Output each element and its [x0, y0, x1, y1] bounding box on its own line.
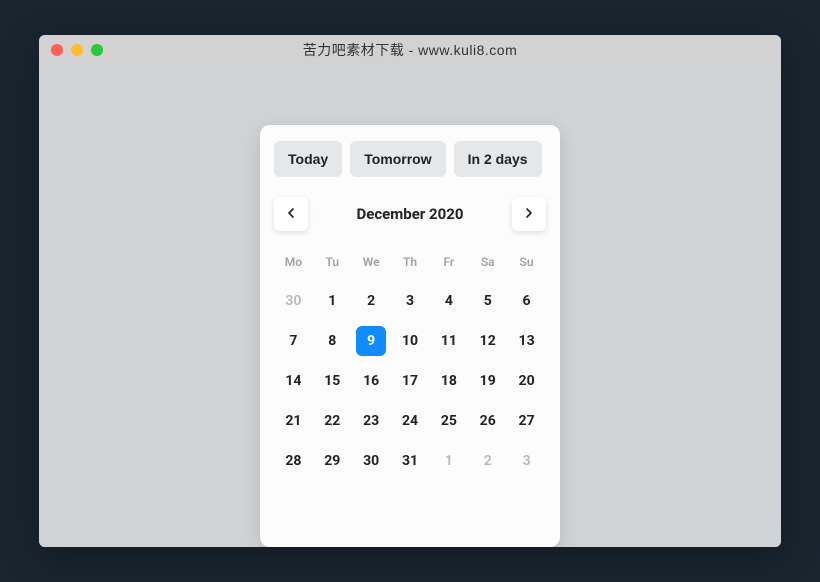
day-cell[interactable]: 21 [274, 401, 313, 441]
day-number: 28 [285, 453, 301, 469]
content-area: Today Tomorrow In 2 days December 2020 M… [39, 65, 781, 547]
weekday-label: We [352, 249, 391, 275]
day-number: 15 [324, 373, 340, 389]
day-number: 2 [367, 293, 375, 309]
month-label: December 2020 [357, 205, 464, 223]
day-number: 29 [324, 453, 340, 469]
day-cell[interactable]: 18 [429, 361, 468, 401]
day-number: 3 [406, 293, 414, 309]
day-cell[interactable]: 6 [507, 281, 546, 321]
close-window-button[interactable] [51, 44, 63, 56]
day-cell[interactable]: 8 [313, 321, 352, 361]
tomorrow-button[interactable]: Tomorrow [350, 141, 445, 177]
datepicker: Today Tomorrow In 2 days December 2020 M… [260, 125, 560, 547]
day-cell[interactable]: 2 [468, 441, 507, 481]
day-number: 5 [484, 293, 492, 309]
day-number: 25 [441, 413, 457, 429]
day-cell[interactable]: 27 [507, 401, 546, 441]
day-cell[interactable]: 13 [507, 321, 546, 361]
window-title: 苦力吧素材下载 - www.kuli8.com [39, 40, 781, 60]
day-number: 16 [363, 373, 379, 389]
in-2-days-button[interactable]: In 2 days [454, 141, 542, 177]
day-cell[interactable]: 11 [429, 321, 468, 361]
day-cell[interactable]: 3 [391, 281, 430, 321]
day-cell[interactable]: 12 [468, 321, 507, 361]
day-cell[interactable]: 19 [468, 361, 507, 401]
weekday-label: Su [507, 249, 546, 275]
day-cell[interactable]: 30 [274, 281, 313, 321]
today-button[interactable]: Today [274, 141, 342, 177]
day-number: 19 [480, 373, 496, 389]
day-cell[interactable]: 4 [429, 281, 468, 321]
day-cell[interactable]: 3 [507, 441, 546, 481]
day-number: 7 [289, 333, 297, 349]
day-cell[interactable]: 1 [313, 281, 352, 321]
day-cell[interactable]: 25 [429, 401, 468, 441]
days-grid: 3012345678910111213141516171819202122232… [274, 281, 546, 481]
day-number: 30 [363, 453, 379, 469]
titlebar: 苦力吧素材下载 - www.kuli8.com [39, 35, 781, 65]
day-cell[interactable]: 26 [468, 401, 507, 441]
day-number: 10 [402, 333, 418, 349]
day-cell[interactable]: 16 [352, 361, 391, 401]
day-cell[interactable]: 20 [507, 361, 546, 401]
day-number: 8 [328, 333, 336, 349]
day-cell[interactable]: 9 [352, 321, 391, 361]
day-cell[interactable]: 31 [391, 441, 430, 481]
day-number: 30 [285, 293, 301, 309]
day-number: 14 [285, 373, 301, 389]
day-number: 9 [356, 326, 386, 356]
day-number: 4 [445, 293, 453, 309]
day-number: 18 [441, 373, 457, 389]
day-cell[interactable]: 5 [468, 281, 507, 321]
weekday-label: Fr [429, 249, 468, 275]
day-number: 3 [523, 453, 531, 469]
quick-buttons: Today Tomorrow In 2 days [274, 141, 546, 177]
day-cell[interactable]: 7 [274, 321, 313, 361]
prev-month-button[interactable] [274, 197, 308, 231]
day-number: 31 [402, 453, 418, 469]
traffic-lights [51, 44, 103, 56]
day-number: 1 [328, 293, 336, 309]
day-cell[interactable]: 24 [391, 401, 430, 441]
day-number: 2 [484, 453, 492, 469]
day-number: 26 [480, 413, 496, 429]
day-number: 17 [402, 373, 418, 389]
day-cell[interactable]: 17 [391, 361, 430, 401]
app-window: 苦力吧素材下载 - www.kuli8.com Today Tomorrow I… [39, 35, 781, 547]
weekday-label: Sa [468, 249, 507, 275]
day-cell[interactable]: 23 [352, 401, 391, 441]
day-number: 1 [445, 453, 453, 469]
next-month-button[interactable] [512, 197, 546, 231]
day-cell[interactable]: 15 [313, 361, 352, 401]
chevron-right-icon [521, 205, 537, 224]
weekday-label: Tu [313, 249, 352, 275]
day-number: 13 [519, 333, 535, 349]
day-number: 27 [519, 413, 535, 429]
weekday-label: Mo [274, 249, 313, 275]
weekday-header: MoTuWeThFrSaSu [274, 249, 546, 275]
day-number: 24 [402, 413, 418, 429]
day-cell[interactable]: 30 [352, 441, 391, 481]
day-number: 23 [363, 413, 379, 429]
day-cell[interactable]: 28 [274, 441, 313, 481]
day-cell[interactable]: 2 [352, 281, 391, 321]
day-number: 21 [285, 413, 301, 429]
day-cell[interactable]: 1 [429, 441, 468, 481]
minimize-window-button[interactable] [71, 44, 83, 56]
day-cell[interactable]: 14 [274, 361, 313, 401]
day-number: 20 [519, 373, 535, 389]
day-number: 6 [523, 293, 531, 309]
day-number: 22 [324, 413, 340, 429]
weekday-label: Th [391, 249, 430, 275]
day-cell[interactable]: 22 [313, 401, 352, 441]
day-number: 11 [441, 333, 457, 349]
day-cell[interactable]: 10 [391, 321, 430, 361]
month-header: December 2020 [274, 197, 546, 231]
maximize-window-button[interactable] [91, 44, 103, 56]
day-cell[interactable]: 29 [313, 441, 352, 481]
day-number: 12 [480, 333, 496, 349]
chevron-left-icon [283, 205, 299, 224]
